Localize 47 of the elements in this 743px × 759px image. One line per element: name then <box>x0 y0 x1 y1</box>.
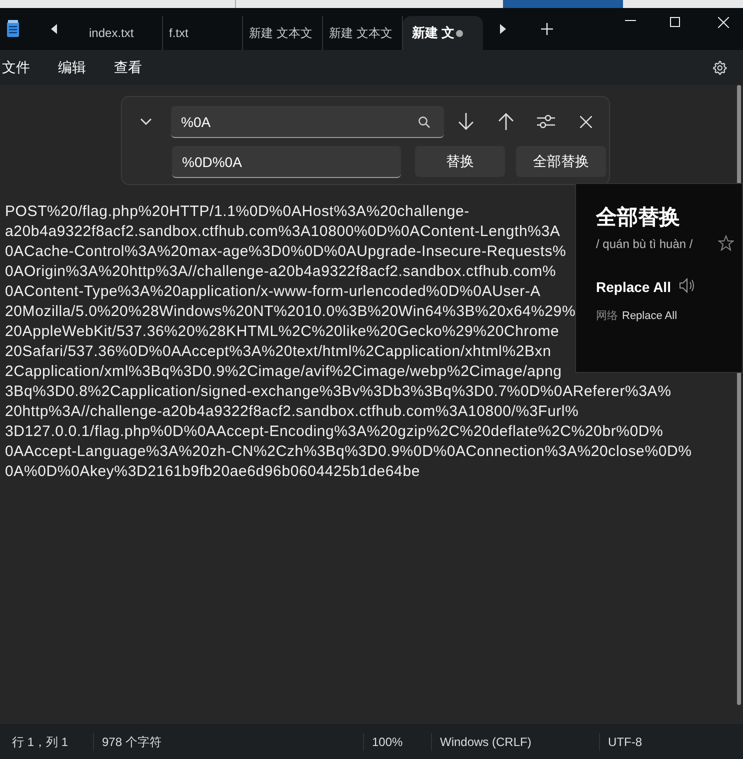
replace-all-button[interactable]: 全部替换 <box>516 146 606 177</box>
speaker-icon[interactable] <box>679 278 695 293</box>
scroll-left-icon[interactable] <box>50 24 58 34</box>
options-icon[interactable] <box>537 114 555 129</box>
text-line: 0AContent-Type%3A%20application/x-www-form-urlencoded%0D%0AUser-A <box>5 282 541 302</box>
new-tab-icon[interactable] <box>541 23 553 35</box>
maximize-icon[interactable] <box>670 17 680 27</box>
status-text: 行 1，列 1 <box>12 734 68 748</box>
status-text: UTF-8 <box>608 734 642 748</box>
menu-item[interactable]: 文件 <box>2 57 30 78</box>
text-line: 20AppleWebKit/537.36%20%28KHTML%2C%20like%20Gecko%29%20Chrome <box>5 322 560 342</box>
text-line: 2Capplication/xml%3Bq%3D0.9%2Cimage/avif%2Cimage/webp%2Cimage/apng <box>5 362 562 382</box>
settings-icon[interactable] <box>712 60 727 75</box>
scroll-right-icon[interactable] <box>499 24 507 34</box>
status-text: 978 个字符 <box>102 734 162 748</box>
text-line: 0ACache-Control%3A%20max-age%3D0%0D%0AUpgrade-Insecure-Requests% <box>5 242 566 262</box>
tab[interactable]: 新建 文 <box>403 16 483 50</box>
source-text: Replace All <box>622 309 678 324</box>
notepad-icon <box>6 20 20 38</box>
text-line: 20Safari/537.36%0D%0AAccept%3A%20text/html%2Capplication/xhtml%2Bxn <box>5 342 552 362</box>
arrow-up-icon[interactable] <box>497 112 515 131</box>
text-line: 0AAccept-Language%3A%20zh-CN%2Czh%3Bq%3D0.9%0D%0AConnection%3A%20close%0D% <box>5 442 692 462</box>
text-line: 3D127.0.0.1/flag.php%0D%0AAccept-Encoding%3A%20gzip%2C%20deflate%2C%20br%0D% <box>5 422 664 442</box>
replace-button[interactable]: 替换 <box>415 146 505 177</box>
menu-item[interactable]: 编辑 <box>58 57 86 78</box>
source-label: 网络 <box>596 309 618 324</box>
menu-item[interactable]: 查看 <box>114 57 142 78</box>
close-icon[interactable] <box>580 116 592 128</box>
pinyin: / quán bù tì huàn / <box>596 236 693 253</box>
replace-field[interactable]: %0D%0A <box>172 146 401 178</box>
arrow-down-icon[interactable] <box>457 112 475 131</box>
search-icon[interactable] <box>418 116 430 128</box>
status-text: Windows (CRLF) <box>440 734 532 748</box>
text-line: 0A%0D%0Akey%3D2161b9fb20ae6d96b0604425b1de64be <box>5 462 420 482</box>
find-field[interactable]: %0A <box>171 106 444 138</box>
headword: 全部替换 <box>596 204 680 231</box>
text-line: 20http%3A//challenge-a20b4a9322f8acf2.sandbox.ctfhub.com%3A10800/%3Furl% <box>5 402 579 422</box>
close-icon[interactable] <box>718 17 729 28</box>
chevron-down-icon[interactable] <box>140 118 152 126</box>
text-line: 0AOrigin%3A%20http%3A//challenge-a20b4a9322f8acf2.sandbox.ctfhub.com% <box>5 262 556 282</box>
text-line: POST%20/flag.php%20HTTP/1.1%0D%0AHost%3A%20challenge- <box>5 202 470 222</box>
text-line: 3Bq%3D0.8%2Capplication/signed-exchange%3Bv%3Db3%3Bq%3D0.7%0D%0AReferer%3A% <box>5 382 672 402</box>
text-line: 20Mozilla/5.0%20%28Windows%20NT%2010.0%3B%20Win64%3B%20x64%29% <box>5 302 576 322</box>
status-text: 100% <box>372 734 403 748</box>
text-line: a20b4a9322f8acf2.sandbox.ctfhub.com%3A10800%0D%0AContent-Length%3A <box>5 222 560 242</box>
translation: Replace All <box>596 278 671 297</box>
star-icon[interactable] <box>718 235 734 251</box>
